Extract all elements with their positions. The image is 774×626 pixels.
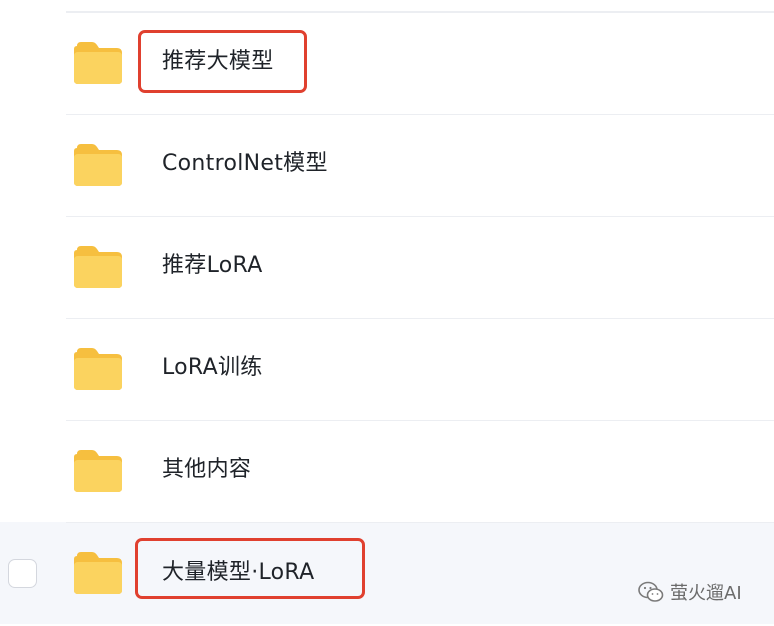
row-checkbox[interactable] [8,559,37,588]
file-row[interactable]: ControlNet模型 [0,114,774,216]
folder-icon [74,42,122,84]
watermark: 萤火遛AI [638,579,742,605]
file-row[interactable]: 其他内容 [0,420,774,522]
file-row[interactable]: 推荐大模型 [0,12,774,114]
folder-icon [74,450,122,492]
folder-icon [74,348,122,390]
folder-icon [74,552,122,594]
file-list: 推荐大模型 ControlNet模型 推荐LoRA LoRA训练 其他内容 大量… [0,0,774,626]
file-name[interactable]: ControlNet模型 [162,150,328,178]
wechat-icon [638,581,664,602]
file-row-hovered[interactable]: 大量模型·LoRA [0,522,774,624]
row-divider [66,114,774,115]
file-row-previous[interactable] [0,0,774,12]
file-row[interactable]: 推荐LoRA [0,216,774,318]
folder-icon [74,246,122,288]
row-divider [66,522,774,523]
row-divider [66,12,774,13]
row-divider [66,420,774,421]
watermark-text: 萤火遛AI [670,583,742,604]
file-row[interactable]: LoRA训练 [0,318,774,420]
file-name[interactable]: 推荐LoRA [162,252,263,280]
file-name[interactable]: 大量模型·LoRA [162,559,314,587]
row-divider [66,216,774,217]
file-name[interactable]: LoRA训练 [162,354,263,382]
file-name[interactable]: 推荐大模型 [162,48,274,76]
file-name[interactable]: 其他内容 [162,456,251,484]
folder-icon [74,144,122,186]
row-divider [66,318,774,319]
